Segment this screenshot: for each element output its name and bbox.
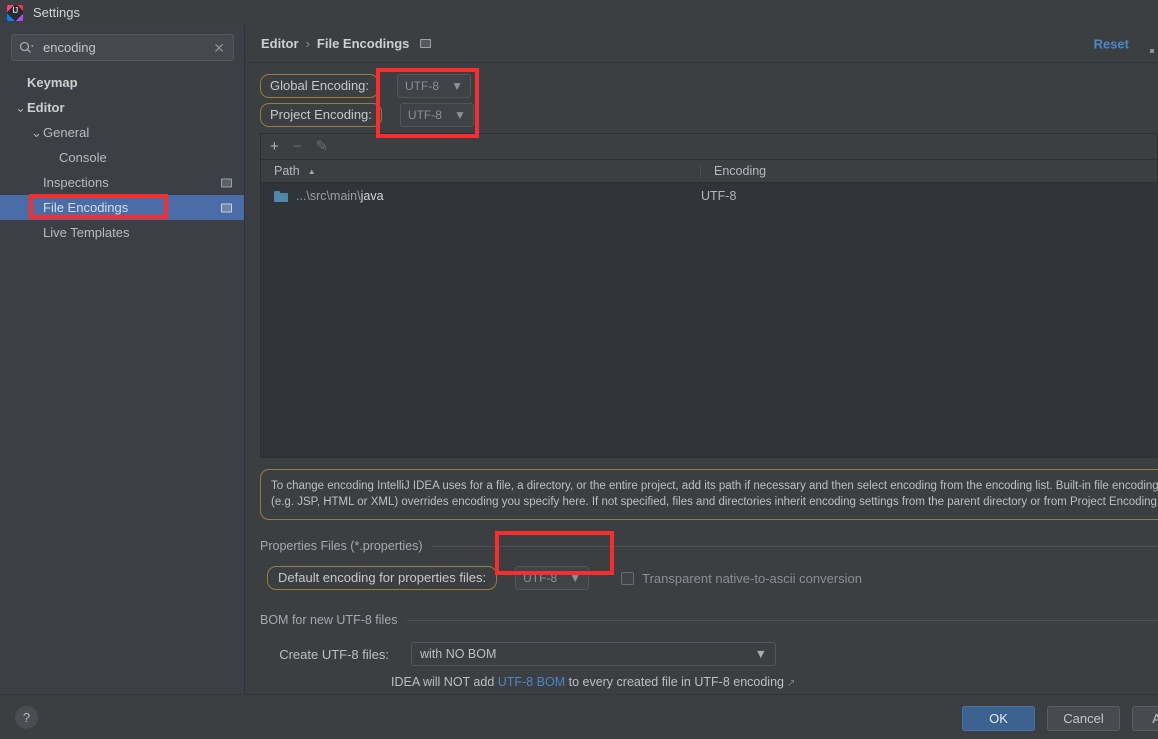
sidebar-item-keymap[interactable]: Keymap (0, 70, 244, 95)
table-toolbar: + − ✎ (261, 134, 1157, 160)
breadcrumb-separator: › (305, 36, 310, 51)
window-title: Settings (33, 5, 80, 20)
title-bar: IJ Settings (0, 0, 1158, 25)
breadcrumb-root[interactable]: Editor (261, 36, 299, 51)
sidebar-item-editor[interactable]: ⌄ Editor (0, 95, 244, 120)
cell-encoding[interactable]: UTF-8 (701, 189, 1157, 203)
settings-sidebar: encoding ✕ Keymap ⌄ Editor ⌄ General Console I… (0, 25, 245, 694)
sidebar-item-label: Live Templates (43, 225, 130, 240)
reset-link[interactable]: Reset (1094, 36, 1129, 51)
edit-path-button[interactable]: ✎ (316, 139, 329, 154)
create-utf8-files-label: Create UTF-8 files: (279, 646, 389, 662)
properties-files-section-title: Properties Files (*.properties) (260, 539, 423, 553)
encoding-info-box: To change encoding IntelliJ IDEA uses fo… (260, 469, 1158, 520)
sidebar-item-label: Console (59, 150, 107, 165)
dialog-footer: ? OK Cancel Apply CSDN @yyhgo_ (0, 694, 1158, 739)
cell-path-leaf: java (360, 189, 384, 203)
native-to-ascii-checkbox-wrap[interactable]: Transparent native-to-ascii conversion (621, 571, 862, 586)
sort-ascending-icon: ▲ (307, 166, 316, 176)
folder-icon (274, 190, 288, 202)
sidebar-item-label: Inspections (43, 175, 109, 190)
project-encoding-row: Project Encoding: UTF-8 ▼ (260, 102, 474, 128)
chevron-down-icon: ▼ (454, 108, 466, 122)
properties-encoding-value: UTF-8 (523, 571, 558, 585)
breadcrumb: Editor › File Encodings Reset (245, 25, 1158, 63)
table-header-row: Path ▲ Encoding (261, 160, 1157, 183)
sidebar-item-label: File Encodings (43, 200, 129, 215)
table-row[interactable]: ...\src\main\ java UTF-8 (261, 183, 1157, 209)
column-header-encoding[interactable]: Encoding (701, 164, 1157, 178)
remove-path-button[interactable]: − (293, 139, 302, 154)
sidebar-item-console[interactable]: Console (0, 145, 244, 170)
help-button[interactable]: ? (15, 706, 38, 729)
global-encoding-dropdown[interactable]: UTF-8 ▼ (397, 74, 472, 98)
section-divider (406, 619, 1158, 621)
chevron-down-icon: ▼ (569, 571, 582, 585)
bom-hint-text: IDEA will NOT add UTF-8 BOM to every cre… (391, 675, 795, 689)
search-icon (19, 41, 34, 54)
settings-tree: Keymap ⌄ Editor ⌄ General Console Inspections F… (0, 70, 244, 245)
bom-section-header: BOM for new UTF-8 files (260, 613, 1158, 627)
utf8-bom-link[interactable]: UTF-8 BOM (498, 675, 565, 689)
cell-path: ...\src\main\ java (261, 189, 701, 203)
project-encoding-value: UTF-8 (407, 108, 442, 122)
native-to-ascii-label: Transparent native-to-ascii conversion (642, 570, 863, 586)
sidebar-item-badge-icon (221, 203, 232, 212)
chevron-down-icon: ▼ (451, 79, 464, 93)
sidebar-item-file-encodings[interactable]: File Encodings (0, 195, 244, 220)
global-encoding-row: Global Encoding: UTF-8 ▼ (260, 73, 472, 99)
chevron-down-icon: ▼ (754, 647, 767, 661)
column-header-encoding-label: Encoding (714, 164, 767, 178)
chevron-down-icon[interactable]: ⌄ (30, 125, 43, 140)
project-encoding-label: Project Encoding: (260, 103, 382, 127)
sidebar-item-inspections[interactable]: Inspections (0, 170, 244, 195)
sidebar-item-label: Editor (27, 100, 65, 115)
file-encodings-table: + − ✎ Path ▲ Encoding ...\src\main\ java U… (260, 133, 1158, 458)
breadcrumb-current: File Encodings (316, 36, 410, 51)
create-utf8-files-row: Create UTF-8 files: with NO BOM ▼ (267, 642, 776, 666)
project-encoding-dropdown[interactable]: UTF-8 ▼ (399, 103, 474, 127)
sidebar-item-label: General (43, 125, 90, 140)
intellij-idea-logo-icon: IJ (7, 4, 23, 21)
properties-files-section-header: Properties Files (*.properties) (260, 539, 1158, 553)
chevron-down-icon[interactable]: ⌄ (14, 100, 27, 115)
section-divider (431, 545, 1158, 547)
bom-hint-before: IDEA will NOT add (391, 675, 498, 689)
properties-encoding-dropdown[interactable]: UTF-8 ▼ (515, 566, 590, 590)
sidebar-item-badge-icon (221, 178, 232, 187)
apply-button[interactable]: Apply (1132, 706, 1158, 731)
column-header-path[interactable]: Path ▲ (261, 164, 701, 178)
settings-content-panel: Editor › File Encodings Reset Global Enc… (245, 25, 1158, 694)
global-encoding-value: UTF-8 (405, 79, 440, 93)
search-input[interactable]: encoding (43, 40, 211, 55)
sidebar-item-live-templates[interactable]: Live Templates (0, 220, 244, 245)
clear-search-icon[interactable]: ✕ (211, 41, 227, 55)
external-link-icon: ↗ (786, 678, 796, 689)
bom-hint-after: to every created file in UTF-8 encoding (565, 675, 784, 689)
properties-encoding-label: Default encoding for properties files: (267, 566, 498, 590)
column-header-path-label: Path (274, 164, 300, 178)
scrollbar-edge-marker (1150, 49, 1154, 53)
properties-encoding-row: Default encoding for properties files: U… (267, 565, 862, 591)
add-path-button[interactable]: + (270, 139, 279, 154)
cancel-button[interactable]: Cancel (1047, 706, 1120, 731)
bom-section-title: BOM for new UTF-8 files (260, 613, 398, 627)
create-utf8-files-value: with NO BOM (420, 647, 497, 661)
search-field[interactable]: encoding ✕ (11, 34, 234, 61)
sidebar-item-general[interactable]: ⌄ General (0, 120, 244, 145)
table-body: ...\src\main\ java UTF-8 (261, 183, 1157, 209)
ok-button[interactable]: OK (962, 706, 1035, 731)
settings-dialog: IJ Settings encoding ✕ Keymap ⌄ Editor ⌄ Gen… (0, 0, 1158, 739)
breadcrumb-badge-icon (420, 39, 432, 48)
cell-path-prefix: ...\src\main\ (296, 189, 361, 203)
create-utf8-files-dropdown[interactable]: with NO BOM ▼ (411, 642, 776, 666)
native-to-ascii-checkbox[interactable] (621, 571, 635, 585)
sidebar-item-label: Keymap (27, 75, 78, 90)
global-encoding-label: Global Encoding: (260, 74, 380, 98)
